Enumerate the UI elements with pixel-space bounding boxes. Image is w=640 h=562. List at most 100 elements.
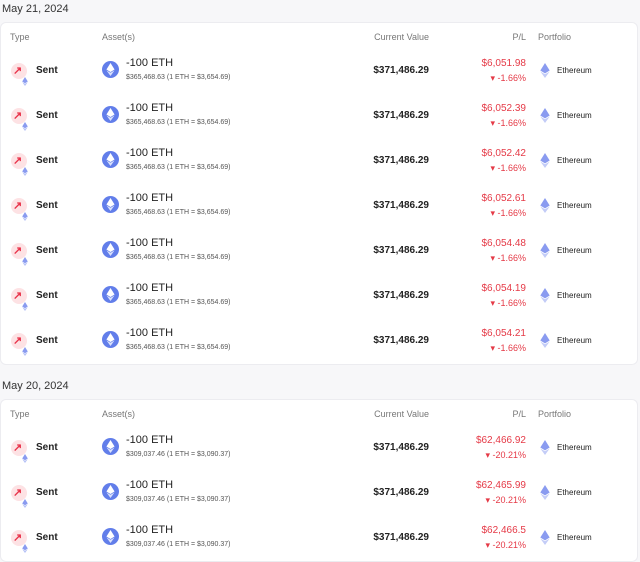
table-row[interactable]: ↗ Sent -100 ETH $365,468.63 (1 ETH = $3,654…	[1, 319, 637, 364]
eth-coin-icon	[102, 151, 119, 168]
pl-percent: ▾ -1.66%	[490, 118, 526, 128]
header-pl: P/L	[512, 409, 526, 419]
ethereum-icon	[22, 540, 31, 553]
type-label: Sent	[36, 245, 58, 256]
group-date: May 21, 2024	[2, 3, 69, 15]
asset-amount: -100 ETH	[126, 192, 174, 204]
current-value: $371,486.29	[373, 532, 429, 543]
sent-type-icon: ↗	[11, 198, 31, 221]
ethereum-icon	[540, 288, 550, 308]
portfolio-name: Ethereum	[557, 201, 592, 210]
asset-value-rate: $309,037.46 (1 ETH = $3,090.37)	[126, 496, 231, 503]
asset-value-rate: $365,468.63 (1 ETH = $3,654.69)	[126, 209, 231, 216]
current-value: $371,486.29	[373, 155, 429, 166]
asset-amount: -100 ETH	[126, 57, 174, 69]
table-row[interactable]: ↗ Sent -100 ETH $365,468.63 (1 ETH = $3,654…	[1, 229, 637, 274]
transactions-list: May 21, 2024 Type Asset(s) Current Value P/L…	[0, 0, 640, 562]
eth-coin-icon	[102, 61, 119, 78]
current-value: $371,486.29	[373, 110, 429, 121]
sent-type-icon: ↗	[11, 333, 29, 356]
ethereum-icon	[540, 108, 550, 128]
type-label: Sent	[36, 65, 58, 76]
pl-percent: ▾ -20.21%	[485, 450, 526, 460]
table-row[interactable]: ↗ Sent -100 ETH $309,037.46 (1 ETH = $3,090…	[1, 516, 637, 561]
header-current-value: Current Value	[374, 409, 429, 419]
pl-value: $6,052.39	[481, 103, 527, 114]
table-row[interactable]: ↗ Sent -100 ETH $365,468.63 (1 ETH = $3,654…	[1, 274, 637, 319]
header-type: Type	[10, 32, 30, 42]
ethereum-icon	[22, 253, 31, 266]
sent-type-icon: ↗	[11, 63, 31, 86]
portfolio-name: Ethereum	[557, 111, 592, 120]
header-type: Type	[10, 409, 30, 419]
arrow-up-right-icon: ↗	[13, 155, 23, 167]
asset-amount: -100 ETH	[126, 327, 174, 339]
asset-amount: -100 ETH	[126, 102, 174, 114]
ethereum-icon	[540, 153, 550, 173]
asset-value-rate: $365,468.63 (1 ETH = $3,654.69)	[126, 299, 231, 306]
portfolio-name: Ethereum	[557, 246, 592, 255]
portfolio-name: Ethereum	[557, 156, 592, 165]
ethereum-icon	[22, 118, 31, 131]
asset-value-rate: $365,468.63 (1 ETH = $3,654.69)	[126, 119, 231, 126]
pl-value: $6,054.21	[481, 328, 527, 339]
type-label: Sent	[36, 487, 58, 498]
current-value: $371,486.29	[373, 487, 429, 498]
arrow-up-right-icon: ↗	[13, 442, 23, 454]
arrow-up-right-icon: ↗	[13, 487, 23, 499]
type-label: Sent	[36, 442, 58, 453]
pl-value: $6,051.98	[481, 58, 527, 69]
ethereum-icon	[22, 298, 31, 311]
pl-value: $6,054.19	[481, 283, 527, 294]
asset-amount: -100 ETH	[126, 282, 174, 294]
asset-value-rate: $309,037.46 (1 ETH = $3,090.37)	[126, 451, 231, 458]
ethereum-icon	[22, 73, 31, 86]
pl-percent: ▾ -1.66%	[490, 208, 526, 218]
table-row[interactable]: ↗ Sent -100 ETH $309,037.46 (1 ETH = $3,090…	[1, 426, 637, 471]
header-current-value: Current Value	[374, 32, 429, 42]
table-row[interactable]: ↗ Sent -100 ETH $365,468.63 (1 ETH = $3,654…	[1, 49, 637, 94]
group-date: May 20, 2024	[2, 380, 69, 392]
pl-percent: ▾ -1.66%	[490, 298, 526, 308]
transactions-table: Type Asset(s) Current Value P/L Portfolio ↗ Se…	[0, 22, 638, 365]
pl-value: $62,465.99	[475, 480, 526, 491]
ethereum-icon	[22, 163, 31, 176]
header-portfolio: Portfolio	[538, 32, 572, 42]
ethereum-icon	[22, 495, 31, 508]
portfolio-name: Ethereum	[557, 443, 592, 452]
type-label: Sent	[36, 290, 58, 301]
ethereum-icon	[540, 63, 550, 83]
pl-percent: ▾ -1.66%	[490, 163, 526, 173]
type-label: Sent	[36, 110, 58, 121]
table-row[interactable]: ↗ Sent -100 ETH $309,037.46 (1 ETH = $3,090…	[1, 471, 637, 516]
portfolio-name: Ethereum	[557, 66, 592, 75]
table-header: Type Asset(s) Current Value P/L Portfolio	[1, 400, 637, 426]
arrow-up-right-icon: ↗	[13, 110, 23, 122]
pl-percent: ▾ -20.21%	[485, 540, 526, 550]
ethereum-icon	[22, 208, 31, 221]
type-label: Sent	[36, 532, 58, 543]
arrow-up-right-icon: ↗	[13, 290, 23, 302]
current-value: $371,486.29	[373, 442, 429, 453]
table-row[interactable]: ↗ Sent -100 ETH $365,468.63 (1 ETH = $3,654…	[1, 94, 637, 139]
table-row[interactable]: ↗ Sent -100 ETH $365,468.63 (1 ETH = $3,654…	[1, 184, 637, 229]
type-label: Sent	[36, 200, 58, 211]
table-row[interactable]: ↗ Sent -100 ETH $365,468.63 (1 ETH = $3,654…	[1, 139, 637, 184]
asset-amount: -100 ETH	[126, 524, 174, 536]
ethereum-icon	[22, 450, 31, 463]
arrow-up-right-icon: ↗	[13, 65, 23, 77]
pl-value: $6,052.61	[481, 193, 527, 204]
portfolio-name: Ethereum	[557, 533, 592, 542]
current-value: $371,486.29	[373, 65, 429, 76]
header-portfolio: Portfolio	[538, 409, 572, 419]
transaction-group: May 21, 2024 Type Asset(s) Current Value P/L…	[0, 0, 640, 365]
sent-type-icon: ↗	[11, 485, 31, 508]
current-value: $371,486.29	[373, 245, 429, 256]
asset-amount: -100 ETH	[126, 237, 174, 249]
current-value: $371,486.29	[373, 335, 429, 346]
transaction-group: May 20, 2024 Type Asset(s) Current Value P/L…	[0, 377, 640, 562]
eth-coin-icon	[102, 438, 119, 455]
eth-coin-icon	[102, 331, 119, 348]
arrow-up-right-icon: ↗	[13, 245, 23, 257]
header-assets: Asset(s)	[102, 32, 136, 42]
